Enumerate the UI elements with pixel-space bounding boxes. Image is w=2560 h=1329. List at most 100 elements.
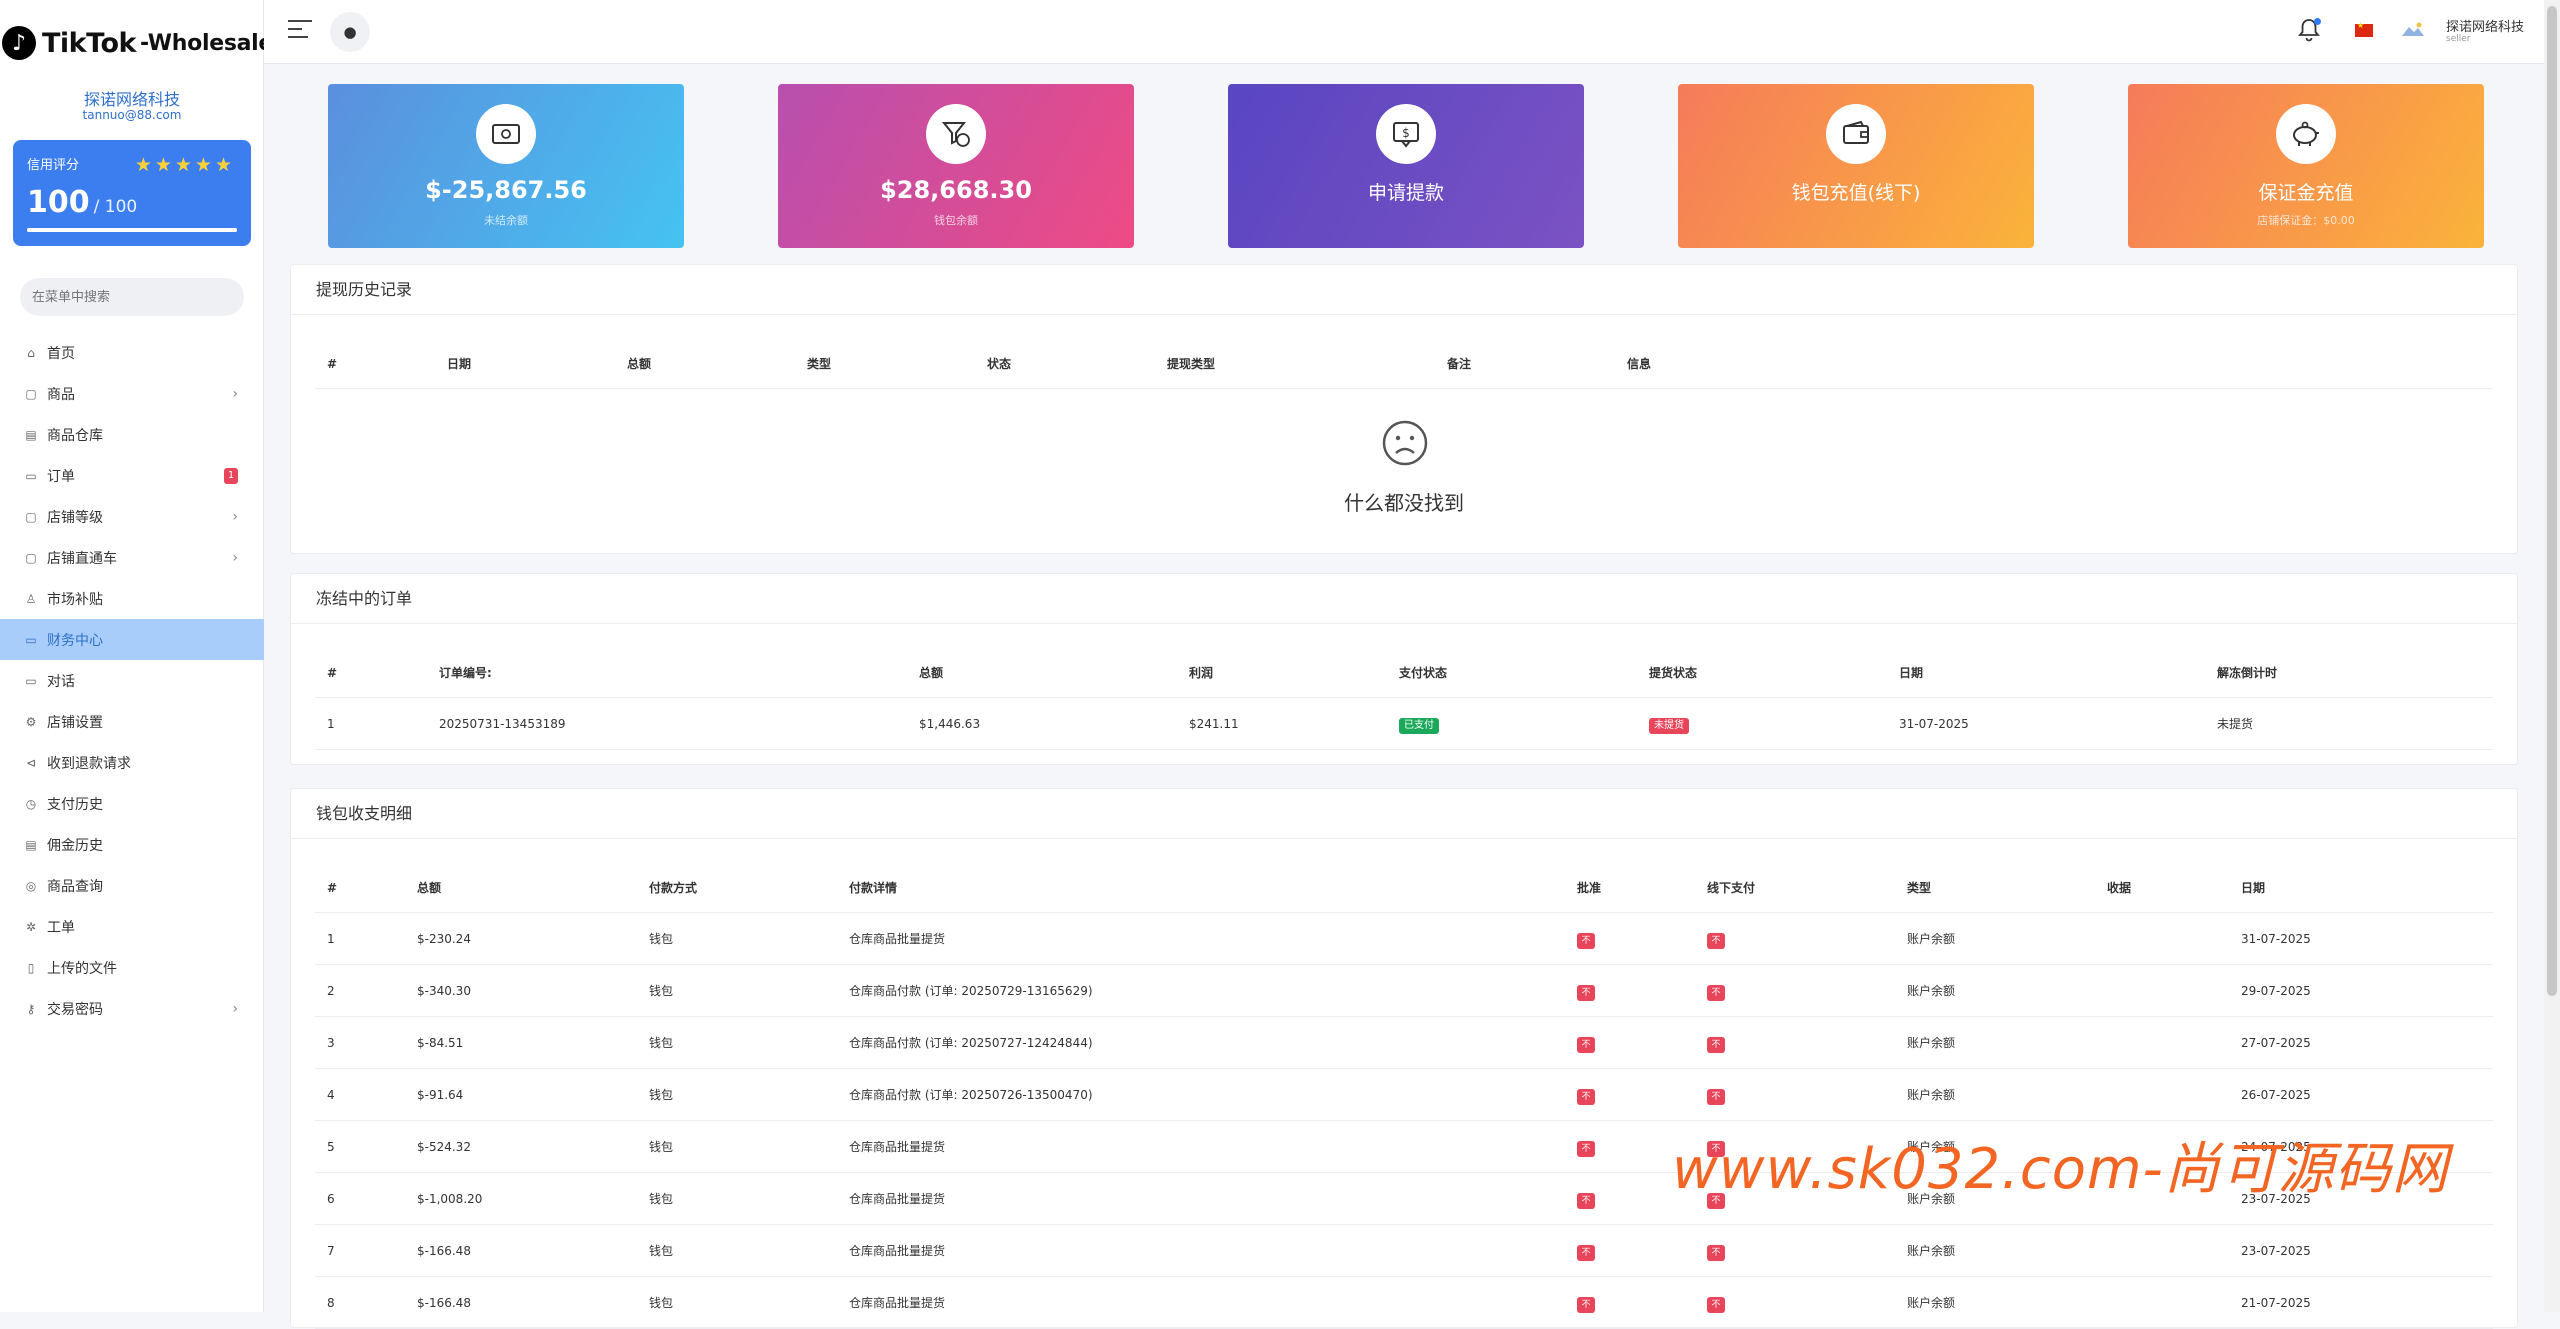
- column-header: 日期: [2241, 881, 2266, 895]
- cell-method: 钱包: [649, 1192, 674, 1206]
- stat-caption: 未结余额: [484, 214, 528, 227]
- cell-no: 4: [327, 1088, 335, 1102]
- sidebar-item-label: 首页: [47, 345, 75, 362]
- promotion-icon: ▢: [25, 550, 37, 565]
- sidebar-item-13[interactable]: ◎ 商品查询: [0, 865, 264, 906]
- table-header: # 日期 总额 类型 状态 提现类型 备注 信息: [315, 339, 2493, 389]
- column-header: 日期: [447, 357, 472, 371]
- no-badge: 不: [1577, 1141, 1595, 1157]
- credit-score-value: 100: [27, 185, 90, 220]
- panel-title: 钱包收支明细: [291, 789, 2517, 839]
- sidebar-item-label: 对话: [47, 673, 75, 690]
- cell-total: $1,446.63: [919, 717, 981, 731]
- sidebar-item-15[interactable]: ▯ 上传的文件: [0, 947, 264, 988]
- sidebar-item-label: 支付历史: [47, 796, 103, 813]
- sidebar-item-9[interactable]: ⚙ 店铺设置: [0, 701, 264, 742]
- credit-score-card: 信用评分 ★★★★★ 100/ 100: [13, 140, 251, 246]
- no-badge: 不: [1707, 1089, 1725, 1105]
- sidebar-item-16[interactable]: ⚷ 交易密码 ›: [0, 988, 264, 1029]
- cell-total: $-91.64: [417, 1088, 464, 1102]
- page-scrollbar[interactable]: [2544, 0, 2560, 1312]
- sidebar-item-11[interactable]: ◷ 支付历史: [0, 783, 264, 824]
- column-header: 利润: [1189, 666, 1214, 680]
- user-name[interactable]: 探诺网络科技: [2446, 16, 2524, 35]
- chevron-right-icon: ›: [232, 1000, 238, 1017]
- notification-bell-icon[interactable]: [2298, 18, 2322, 44]
- globe-icon[interactable]: ●: [330, 12, 370, 52]
- no-badge: 不: [1707, 985, 1725, 1001]
- china-flag-icon[interactable]: [2355, 21, 2373, 37]
- scrollbar-thumb[interactable]: [2547, 6, 2557, 996]
- brand-logo[interactable]: ♪ TikTok -Wholesale: [2, 26, 273, 60]
- sidebar-item-label: 店铺等级: [47, 509, 103, 526]
- menu-search-input[interactable]: [20, 278, 244, 316]
- cell-offline: 不: [1707, 1017, 1725, 1069]
- cell-method: 钱包: [649, 1140, 674, 1154]
- cell-no: 1: [327, 932, 335, 946]
- warehouse-icon: ▤: [25, 427, 37, 442]
- cell-approve: 不: [1577, 1069, 1595, 1121]
- table-header: # 订单编号: 总额 利润 支付状态 提货状态 日期 解冻倒计时: [315, 648, 2493, 698]
- profile-name: 探诺网络科技: [83, 90, 180, 109]
- wallet-detail-panel: 钱包收支明细 # 总额 付款方式 付款详情 批准 线下支付 类型 收据 日期 1 $-230.24…: [290, 788, 2518, 1329]
- cell-date: 31-07-2025: [1899, 717, 1969, 731]
- sidebar-item-label: 交易密码: [47, 1001, 103, 1018]
- cell-type: 账户余额: [1907, 1088, 1956, 1102]
- cell-approve: 不: [1577, 965, 1595, 1017]
- sidebar-item-14[interactable]: ✲ 工单: [0, 906, 264, 947]
- cell-order: 20250731-13453189: [439, 717, 566, 731]
- sidebar-item-7[interactable]: ▭ 财务中心: [0, 619, 264, 660]
- menu-toggle-icon[interactable]: [288, 20, 312, 42]
- stat-card-3[interactable]: 钱包充值(线下): [1678, 84, 2034, 248]
- cell-approve: 不: [1577, 1121, 1595, 1173]
- stat-value: 申请提款: [1367, 182, 1444, 204]
- cell-countdown: 未提货: [2217, 717, 2254, 731]
- column-header: 收据: [2107, 881, 2132, 895]
- cell-detail: 仓库商品付款 (订单: 20250729-13165629): [849, 984, 1093, 998]
- funnel-dollar-icon: [926, 104, 986, 164]
- column-header: 付款方式: [649, 881, 698, 895]
- order-count-badge: 1: [224, 467, 238, 484]
- sidebar-item-5[interactable]: ▢ 店铺直通车 ›: [0, 537, 264, 578]
- column-header: 类型: [807, 357, 832, 371]
- sidebar-item-label: 店铺直通车: [47, 550, 117, 567]
- chevron-right-icon: ›: [232, 508, 238, 525]
- sidebar-item-6[interactable]: ♙ 市场补贴: [0, 578, 264, 619]
- stat-card-4[interactable]: 保证金充值 店铺保证金：$0.00: [2128, 84, 2484, 248]
- cell-date: 23-07-2025: [2241, 1244, 2311, 1258]
- sidebar-item-0[interactable]: ⌂ 首页: [0, 332, 264, 373]
- column-header: 解冻倒计时: [2217, 666, 2278, 680]
- sidebar-item-1[interactable]: ▢ 商品 ›: [0, 373, 264, 414]
- settings-icon: ⚙: [25, 714, 37, 729]
- cell-date: 26-07-2025: [2241, 1088, 2311, 1102]
- credit-score-max: / 100: [93, 197, 138, 217]
- no-badge: 不: [1577, 1089, 1595, 1105]
- panel-title: 提现历史记录: [291, 265, 2517, 315]
- sidebar-item-10[interactable]: ⊲ 收到退款请求: [0, 742, 264, 783]
- piggy-bank-icon: [2276, 104, 2336, 164]
- stat-card-2[interactable]: $ 申请提款: [1228, 84, 1584, 248]
- finance-icon: ▭: [25, 632, 37, 647]
- cell-detail: 仓库商品批量提货: [849, 932, 946, 946]
- cell-detail: 仓库商品批量提货: [849, 1140, 946, 1154]
- sidebar-item-3[interactable]: ▭ 订单 1: [0, 455, 264, 496]
- sidebar-item-4[interactable]: ▢ 店铺等级 ›: [0, 496, 264, 537]
- status-badge: 未提货: [1649, 718, 1689, 734]
- no-badge: 不: [1577, 933, 1595, 949]
- sidebar-item-label: 收到退款请求: [47, 755, 131, 772]
- sidebar-item-2[interactable]: ▤ 商品仓库: [0, 414, 264, 455]
- star-rating-icon: ★★★★★: [134, 154, 235, 176]
- watermark-text: www.sk032.com-尚可源码网: [1672, 1137, 2449, 1202]
- cell-approve: 不: [1577, 1017, 1595, 1069]
- column-header: 总额: [417, 881, 442, 895]
- topbar: ● 探诺网络科技 seller: [264, 0, 2560, 64]
- sidebar-item-8[interactable]: ▭ 对话: [0, 660, 264, 701]
- sidebar-item-12[interactable]: ▤ 佣金历史: [0, 824, 264, 865]
- cell-method: 钱包: [649, 932, 674, 946]
- user-avatar[interactable]: [2400, 20, 2426, 42]
- cash-icon: [476, 104, 536, 164]
- sidebar-item-label: 商品仓库: [47, 427, 103, 444]
- no-badge: 不: [1707, 933, 1725, 949]
- pay-status-tag: 已支付: [1399, 698, 1439, 750]
- cell-approve: 不: [1577, 1277, 1595, 1329]
